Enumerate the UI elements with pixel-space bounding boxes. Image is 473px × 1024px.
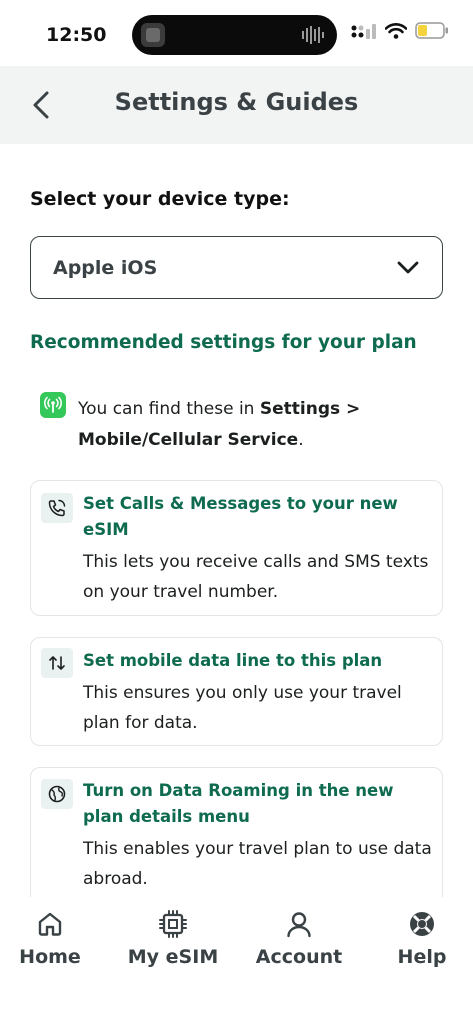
dynamic-island [132,15,337,55]
recommended-settings-heading: Recommended settings for your plan [30,332,417,353]
home-icon [35,909,65,939]
device-type-label: Select your device type: [30,188,290,210]
nav-account[interactable]: Account [244,909,354,968]
bottom-navigation: Home My eSIM Account Help [0,897,473,1024]
chevron-down-icon [397,261,419,273]
status-bar: 12:50 [0,0,473,66]
nav-home[interactable]: Home [0,909,105,968]
app-header: Settings & Guides [0,66,473,144]
cellular-signal-icon [351,23,376,39]
status-time: 12:50 [46,24,107,46]
hint-text: You can find these in Settings > Mobile/… [78,394,438,456]
setting-card-calls-messages: Set Calls & Messages to your new eSIM Th… [30,480,443,616]
now-playing-app-icon [141,23,165,47]
hint-prefix: You can find these in [78,399,260,419]
card-title: Set mobile data line to this plan [83,651,383,670]
setting-card-mobile-data: Set mobile data line to this plan This e… [30,637,443,746]
wifi-icon [385,22,407,39]
user-icon [284,909,314,939]
setting-card-data-roaming: Turn on Data Roaming in the new plan det… [30,767,443,907]
nav-my-esim[interactable]: My eSIM [118,909,228,968]
device-type-dropdown[interactable]: Apple iOS [30,236,443,299]
card-title: Set Calls & Messages to your new eSIM [83,494,398,539]
device-type-selected: Apple iOS [53,256,158,279]
audio-waveform-icon [302,26,324,44]
card-description: This enables your travel plan to use dat… [83,839,432,889]
nav-help[interactable]: Help [367,909,473,968]
chip-icon [158,909,188,939]
nav-label: My eSIM [127,946,219,968]
nav-label: Home [19,946,81,968]
nav-label: Help [397,946,447,968]
card-description: This lets you receive calls and SMS text… [83,552,429,602]
page-title: Settings & Guides [114,88,359,116]
nav-label: Account [255,946,343,968]
lifebuoy-icon [407,909,437,939]
card-description: This ensures you only use your travel pl… [83,683,402,733]
status-indicators [351,22,449,39]
cellular-antenna-icon [40,392,66,418]
globe-roaming-icon [41,779,73,809]
card-title: Turn on Data Roaming in the new plan det… [83,781,394,826]
battery-icon [415,22,448,39]
hint-suffix: . [298,430,304,450]
phone-sms-icon [41,493,73,523]
data-arrows-icon [41,648,73,678]
